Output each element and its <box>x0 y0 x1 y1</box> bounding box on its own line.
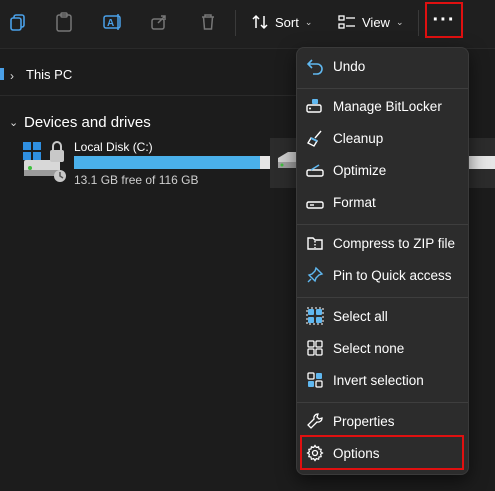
drive-icon <box>22 140 70 189</box>
menu-item-format[interactable]: Format <box>297 188 468 216</box>
delete-icon[interactable] <box>196 10 220 34</box>
zip-icon <box>305 233 325 253</box>
drive-name: Local Disk (C:) <box>74 140 153 154</box>
format-icon <box>305 192 325 212</box>
drive-free-bar <box>466 156 495 169</box>
divider <box>0 95 300 96</box>
menu-item-compress-zip[interactable]: Compress to ZIP file <box>297 229 468 257</box>
more-icon: ··· <box>432 8 456 31</box>
pc-icon <box>0 68 4 80</box>
menu-divider <box>297 88 468 89</box>
menu-item-label: Cleanup <box>333 130 384 146</box>
menu-item-pin-quick-access[interactable]: Pin to Quick access <box>297 261 468 289</box>
drive-usage-bar <box>74 156 260 169</box>
optimize-icon <box>305 160 325 180</box>
menu-item-undo[interactable]: Undo <box>297 52 468 80</box>
sort-label: Sort <box>275 14 299 30</box>
select-none-icon <box>305 338 325 358</box>
options-highlight <box>300 435 464 470</box>
group-title[interactable]: Devices and drives <box>24 114 151 131</box>
svg-text:A: A <box>107 18 114 29</box>
copy-icon[interactable] <box>6 10 30 34</box>
menu-item-label: Compress to ZIP file <box>333 235 456 251</box>
menu-item-label: Invert selection <box>333 372 424 388</box>
menu-item-label: Properties <box>333 413 395 429</box>
toolbar-divider <box>418 10 419 36</box>
select-all-icon <box>305 306 325 326</box>
broom-icon <box>305 128 325 148</box>
menu-item-invert-selection[interactable]: Invert selection <box>297 366 468 394</box>
drive-free-space: 13.1 GB free of 116 GB <box>74 173 199 187</box>
menu-item-label: Optimize <box>333 162 387 178</box>
menu-item-label: Undo <box>333 58 366 74</box>
see-more-button[interactable]: ··· <box>425 2 463 38</box>
sort-icon <box>252 14 268 30</box>
chevron-down-icon: ⌄ <box>395 16 404 27</box>
menu-item-manage-bitlocker[interactable]: Manage BitLocker <box>297 92 468 120</box>
menu-item-cleanup[interactable]: Cleanup <box>297 124 468 152</box>
drive-tile-partial[interactable] <box>466 138 495 188</box>
menu-item-label: Select none <box>333 340 405 356</box>
sort-button[interactable]: Sort ⌄ <box>251 11 312 33</box>
drive-tile[interactable]: Local Disk (C:) 13.1 GB free of 116 GB <box>22 138 284 189</box>
paste-icon[interactable] <box>52 10 76 34</box>
menu-item-label: Pin to Quick access <box>333 267 452 283</box>
bitlocker-icon <box>305 96 325 116</box>
chevron-down-icon: ⌄ <box>304 16 313 27</box>
wrench-icon <box>305 411 325 431</box>
menu-item-label: Format <box>333 194 376 210</box>
chevron-right-icon[interactable]: › <box>10 69 14 83</box>
view-icon <box>338 15 355 29</box>
invert-selection-icon <box>305 370 325 390</box>
menu-item-select-all[interactable]: Select all <box>297 302 468 330</box>
menu-divider <box>297 224 468 225</box>
menu-item-optimize[interactable]: Optimize <box>297 156 468 184</box>
view-button[interactable]: View ⌄ <box>338 11 404 33</box>
view-label: View <box>362 14 390 30</box>
menu-item-select-none[interactable]: Select none <box>297 334 468 362</box>
toolbar-divider <box>235 10 236 36</box>
rename-icon[interactable]: A <box>101 10 125 34</box>
menu-item-properties[interactable]: Properties <box>297 407 468 435</box>
chevron-down-icon[interactable]: ⌄ <box>9 116 18 129</box>
menu-divider <box>297 297 468 298</box>
breadcrumb[interactable]: This PC <box>26 67 72 82</box>
menu-item-label: Select all <box>333 308 388 324</box>
more-options-menu: Undo Manage BitLocker Cleanup Optimize F… <box>296 47 469 475</box>
pin-icon <box>305 265 325 285</box>
share-icon[interactable] <box>147 10 171 34</box>
menu-divider <box>297 402 468 403</box>
command-bar: A Sort ⌄ View ⌄ ··· <box>0 0 495 49</box>
menu-item-label: Manage BitLocker <box>333 98 442 114</box>
undo-icon <box>305 56 325 76</box>
